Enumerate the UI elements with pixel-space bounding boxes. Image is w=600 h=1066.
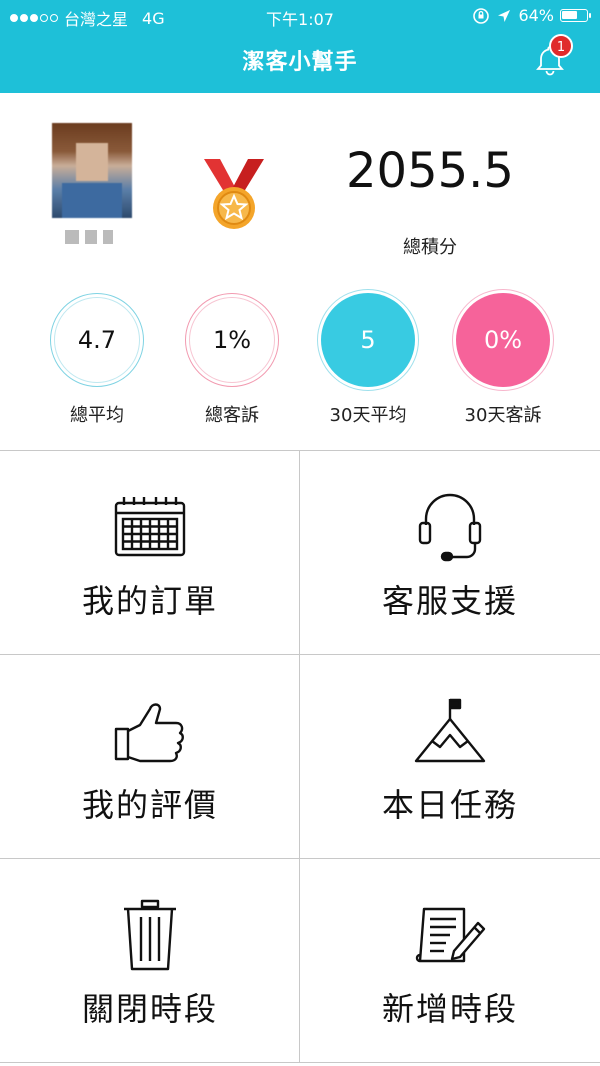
menu-add-timeslot[interactable]: 新增時段 bbox=[300, 859, 600, 1063]
mountain-flag-icon bbox=[414, 698, 486, 763]
stat-value: 5 bbox=[360, 326, 376, 354]
thumbs-up-icon bbox=[114, 703, 184, 763]
menu-my-ratings[interactable]: 我的評價 bbox=[0, 655, 300, 859]
stat-circle: 1% bbox=[185, 293, 279, 387]
document-edit-icon bbox=[415, 907, 486, 963]
notification-badge[interactable]: 1 bbox=[549, 34, 573, 58]
menu-my-orders[interactable]: 我的訂單 bbox=[0, 451, 300, 655]
location-arrow-icon bbox=[498, 9, 511, 22]
total-score-label: 總積分 bbox=[403, 237, 457, 258]
stat-30day-complaints[interactable]: 0% 30天客訴 bbox=[453, 293, 553, 427]
menu-label: 我的評價 bbox=[81, 786, 218, 824]
menu-today-tasks[interactable]: 本日任務 bbox=[300, 655, 600, 859]
menu-grid: 我的訂單 客服支援 我的評價 本日任務 關閉時段 新增時段 bbox=[0, 450, 600, 1066]
profile-section: 2055.5 總積分 4.7 總平均 1% 總客訴 5 30天平均 0% 30天… bbox=[0, 93, 600, 450]
stat-overall-average[interactable]: 4.7 總平均 bbox=[47, 293, 147, 427]
headset-icon bbox=[418, 493, 482, 562]
calendar-icon bbox=[114, 497, 186, 557]
stats-row: 4.7 總平均 1% 總客訴 5 30天平均 0% 30天客訴 bbox=[0, 293, 600, 433]
stat-label: 總客訴 bbox=[205, 405, 259, 426]
stat-circle: 0% bbox=[456, 293, 550, 387]
stat-30day-average[interactable]: 5 30天平均 bbox=[318, 293, 418, 427]
menu-customer-support[interactable]: 客服支援 bbox=[300, 451, 600, 655]
user-name-redacted bbox=[65, 230, 125, 244]
menu-label: 我的訂單 bbox=[81, 582, 218, 620]
medal-icon bbox=[204, 159, 264, 229]
app-header: 台灣之星 4G 下午1:07 64% 潔客小幫手 1 bbox=[0, 0, 600, 93]
stat-value: 4.7 bbox=[77, 326, 117, 354]
battery-icon bbox=[560, 9, 591, 22]
menu-label: 客服支援 bbox=[381, 582, 518, 620]
stat-label: 30天平均 bbox=[329, 405, 407, 426]
stat-overall-complaints[interactable]: 1% 總客訴 bbox=[182, 293, 282, 427]
stat-value: 1% bbox=[212, 326, 252, 354]
stat-label: 30天客訴 bbox=[464, 405, 542, 426]
status-right: 64% bbox=[472, 6, 591, 25]
status-bar: 台灣之星 4G 下午1:07 64% bbox=[0, 0, 600, 30]
stat-circle: 5 bbox=[321, 293, 415, 387]
menu-label: 新增時段 bbox=[381, 990, 518, 1028]
stat-value: 0% bbox=[483, 326, 523, 354]
menu-close-timeslot[interactable]: 關閉時段 bbox=[0, 859, 300, 1063]
battery-percent: 64% bbox=[518, 6, 554, 25]
page-title: 潔客小幫手 bbox=[242, 50, 358, 75]
avatar[interactable] bbox=[52, 123, 132, 218]
stat-circle: 4.7 bbox=[50, 293, 144, 387]
trash-icon bbox=[124, 899, 176, 971]
orientation-lock-icon bbox=[473, 7, 490, 24]
stat-label: 總平均 bbox=[70, 405, 124, 426]
total-score: 2055.5 bbox=[346, 143, 514, 199]
menu-label: 關閉時段 bbox=[81, 990, 218, 1028]
menu-label: 本日任務 bbox=[381, 786, 518, 824]
